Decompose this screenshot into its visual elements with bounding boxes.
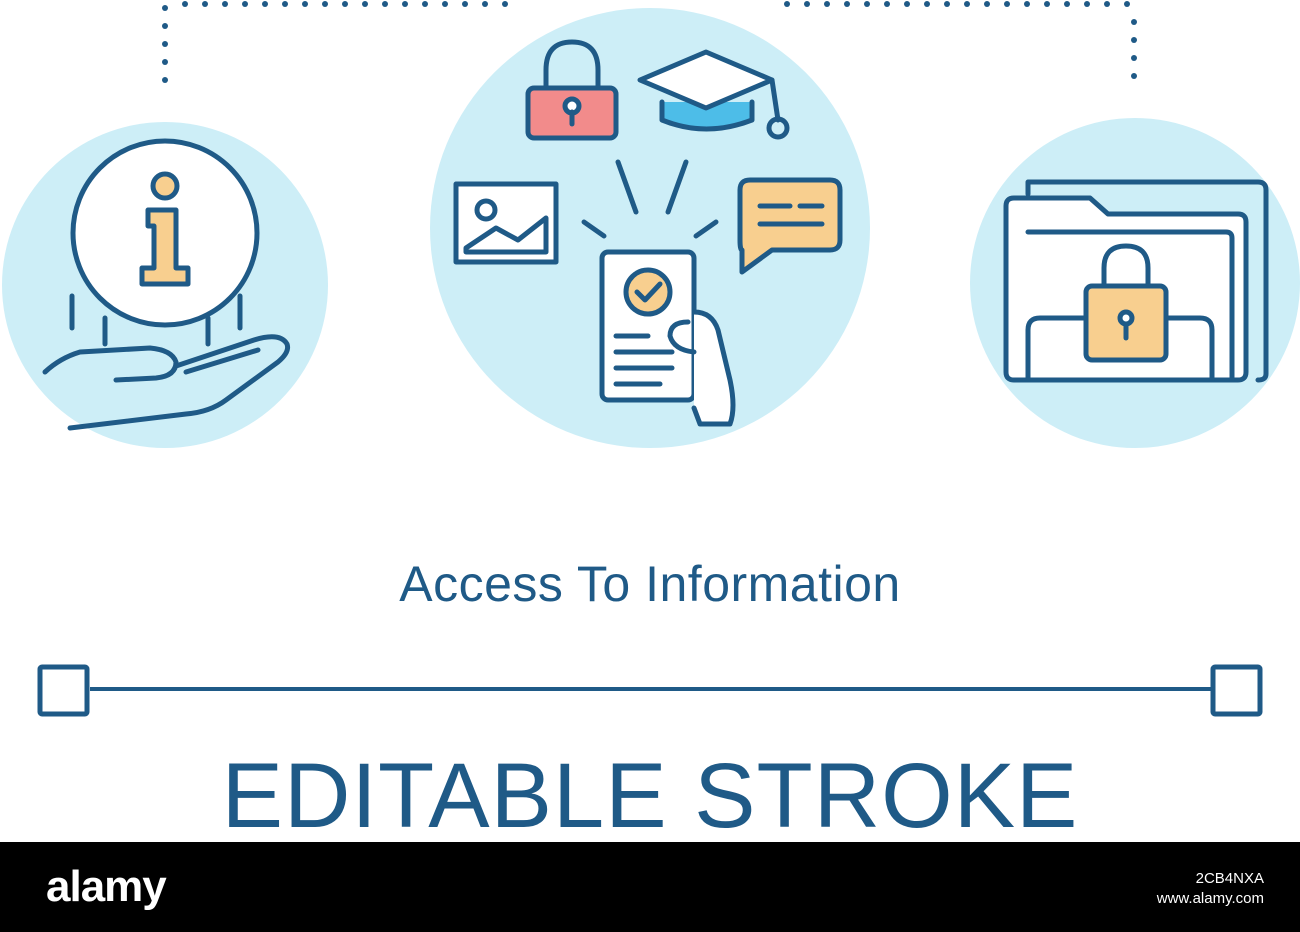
dotted-connector-right: [784, 1, 1137, 79]
alamy-logo: alamy: [46, 862, 167, 911]
dotted-connector-left: [162, 1, 508, 83]
editable-stroke-label: EDITABLE STROKE: [221, 745, 1079, 847]
icon-artwork: [2, 1, 1300, 717]
concept-title: Access To Information: [399, 556, 901, 612]
locked-folder-icon: [1003, 179, 1269, 383]
concept-illustration: Access To Information EDITABLE STROKE al…: [0, 0, 1300, 932]
image-id: 2CB4NXA: [1195, 870, 1264, 887]
editable-stroke-line: [37, 664, 1263, 717]
footer-bar: [0, 842, 1300, 932]
site-url: www.alamy.com: [1156, 890, 1264, 907]
image-icon: [453, 181, 559, 265]
footer-image-info: 2CB4NXA www.alamy.com: [1157, 869, 1264, 909]
